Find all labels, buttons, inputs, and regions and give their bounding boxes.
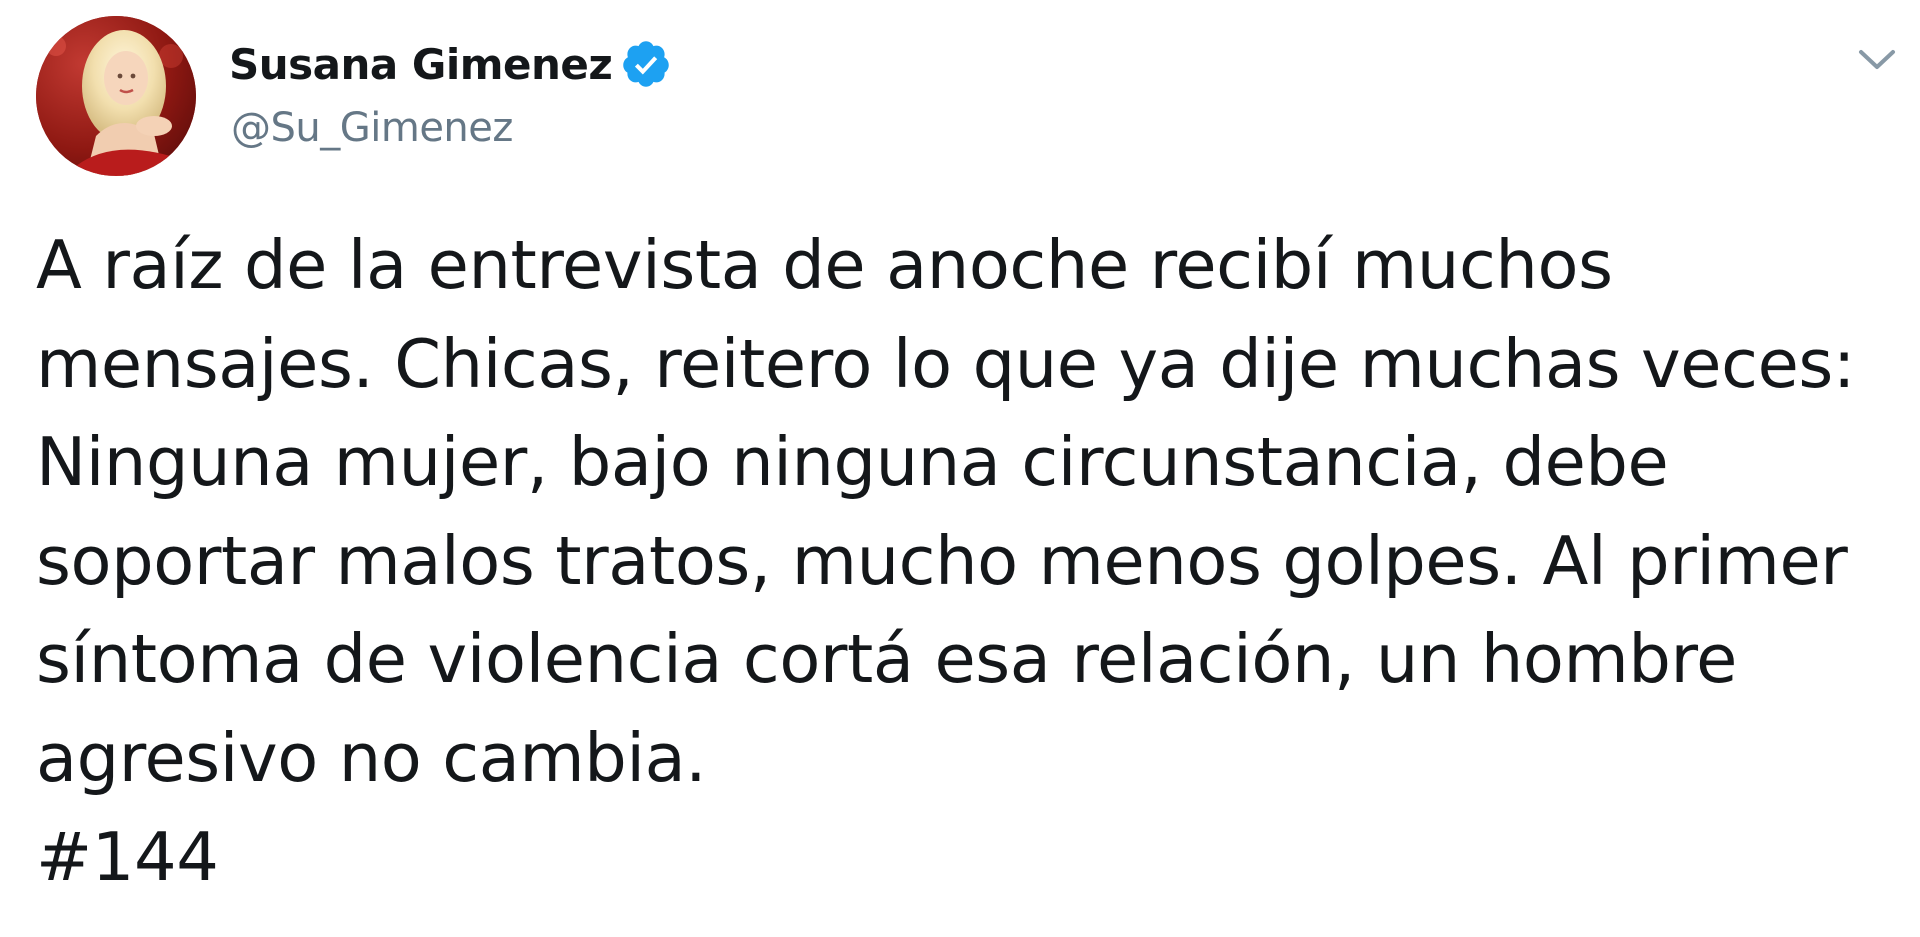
chevron-down-icon[interactable] (1855, 40, 1899, 80)
tweet-text-line: soportar malos tratos, mucho menos golpe… (36, 521, 1848, 600)
tweet-text: A raíz de la entrevista de anoche recibí… (36, 216, 1896, 906)
avatar-photo (36, 16, 196, 176)
tweet-text-line: A raíz de la entrevista de anoche recibí… (36, 226, 1613, 304)
author-name[interactable]: Susana Gimenez (229, 40, 613, 90)
tweet-text-line: síntoma de violencia cortá esa relación,… (36, 620, 1737, 699)
tweet-text-line: mensajes. Chicas, reitero lo que ya dije… (36, 324, 1856, 403)
author-avatar[interactable] (36, 16, 196, 176)
tweet-text-line: agresivo no cambia. (36, 718, 707, 797)
hashtag-link[interactable]: #144 (36, 818, 219, 896)
tweet-card: Susana Gimenez @Su_Gimenez A raíz de la … (0, 0, 1920, 937)
tweet-text-line: Ninguna mujer, bajo ninguna circunstanci… (36, 423, 1669, 502)
author-handle[interactable]: @Su_Gimenez (231, 104, 513, 152)
verified-badge-icon (623, 41, 669, 87)
